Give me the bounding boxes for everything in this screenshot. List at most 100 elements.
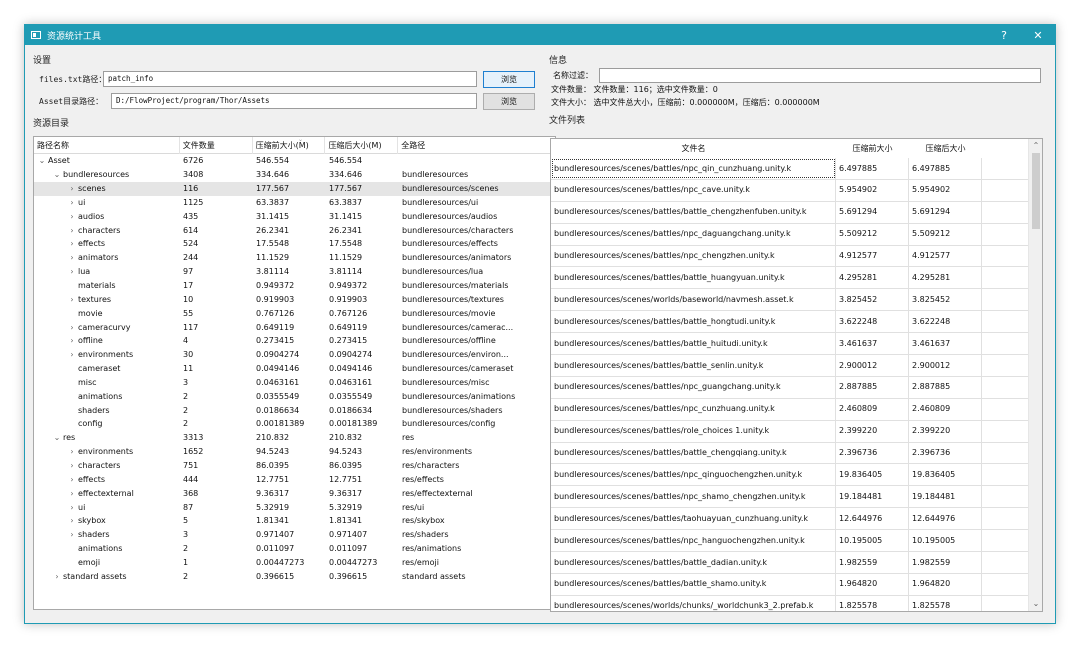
- file-row[interactable]: bundleresources/scenes/worlds/baseworld/…: [551, 288, 1042, 312]
- tree-row[interactable]: › ui 87 5.32919 5.32919 res/ui: [34, 500, 555, 514]
- collapsed-arrow-icon[interactable]: ›: [66, 253, 78, 262]
- tree-header-after[interactable]: 压缩后大小(M): [325, 137, 399, 154]
- collapsed-arrow-icon[interactable]: ›: [66, 212, 78, 221]
- tree-row[interactable]: › characters 751 86.0395 86.0395 res/characte…: [34, 459, 555, 473]
- collapsed-arrow-icon[interactable]: ›: [66, 350, 78, 359]
- collapsed-arrow-icon[interactable]: ›: [66, 530, 78, 539]
- collapsed-arrow-icon[interactable]: ›: [66, 295, 78, 304]
- collapsed-arrow-icon[interactable]: ›: [66, 516, 78, 525]
- tree-row[interactable]: › effectexternal 368 9.36317 9.36317 res/effe…: [34, 486, 555, 500]
- collapsed-arrow-icon[interactable]: ›: [66, 475, 78, 484]
- expanded-arrow-icon[interactable]: ⌄: [51, 170, 63, 179]
- tree-row[interactable]: › ui 1125 63.3837 63.3837 bundleresources/ui: [34, 196, 555, 210]
- tree-row[interactable]: config 2 0.00181389 0.00181389 bundleresourc…: [34, 417, 555, 431]
- file-row[interactable]: bundleresources/scenes/battles/npc_guang…: [551, 376, 1042, 399]
- browse-files-button[interactable]: 浏览: [483, 70, 535, 88]
- asset-path-input[interactable]: D:/FlowProject/program/Thor/Assets: [111, 93, 477, 109]
- resource-tree[interactable]: 路径名称 文件数量 压缩前大小(M) 压缩后大小(M) 全路径 ⌄ ⌄ Asset…: [33, 136, 556, 610]
- tree-row[interactable]: › animators 244 11.1529 11.1529 bundleresourc…: [34, 251, 555, 265]
- tree-row[interactable]: › lua 97 3.81114 3.81114 bundleresources/lua: [34, 265, 555, 279]
- tree-row[interactable]: › standard assets 2 0.396615 0.396615 standar…: [34, 569, 555, 583]
- tree-row[interactable]: ⌄ bundleresources 3408 334.646 334.646 bundle…: [34, 168, 555, 182]
- file-row[interactable]: bundleresources/scenes/battles/battle_ch…: [551, 201, 1042, 224]
- tree-row[interactable]: › offline 4 0.273415 0.273415 bundleresources…: [34, 334, 555, 348]
- tree-row[interactable]: › shaders 3 0.971407 0.971407 res/shaders: [34, 528, 555, 542]
- files-path-input[interactable]: patch_info: [103, 71, 477, 87]
- collapsed-arrow-icon[interactable]: ›: [66, 489, 78, 498]
- file-row[interactable]: bundleresources/scenes/battles/taohuayua…: [551, 507, 1042, 531]
- tree-row[interactable]: › effects 444 12.7751 12.7751 res/effects: [34, 472, 555, 486]
- tree-header-name[interactable]: 路径名称: [34, 137, 180, 154]
- scroll-up-icon[interactable]: ⌃: [1029, 139, 1042, 153]
- collapsed-arrow-icon[interactable]: ›: [66, 198, 78, 207]
- file-row[interactable]: bundleresources/scenes/battles/battle_sh…: [551, 573, 1042, 596]
- collapsed-arrow-icon[interactable]: ›: [66, 184, 78, 193]
- collapsed-arrow-icon[interactable]: ›: [66, 267, 78, 276]
- tree-row[interactable]: shaders 2 0.0186634 0.0186634 bundleresource…: [34, 403, 555, 417]
- tree-row[interactable]: emoji 1 0.00447273 0.00447273 res/emoji: [34, 555, 555, 569]
- file-table-scrollbar[interactable]: ⌃ ⌄: [1028, 139, 1042, 611]
- tree-row[interactable]: › characters 614 26.2341 26.2341 bundleresour…: [34, 223, 555, 237]
- tree-row[interactable]: › effects 524 17.5548 17.5548 bundleresources…: [34, 237, 555, 251]
- tree-row[interactable]: movie 55 0.767126 0.767126 bundleresources/m…: [34, 306, 555, 320]
- file-row[interactable]: bundleresources/scenes/worlds/chunks/_wo…: [551, 595, 1042, 611]
- collapsed-arrow-icon[interactable]: ›: [66, 239, 78, 248]
- tree-row[interactable]: misc 3 0.0463161 0.0463161 bundleresources/m…: [34, 376, 555, 390]
- file-row[interactable]: bundleresources/scenes/battles/battle_hu…: [551, 266, 1042, 290]
- scroll-thumb[interactable]: [1032, 153, 1040, 229]
- tree-row[interactable]: › cameracurvy 117 0.649119 0.649119 bundleres…: [34, 320, 555, 334]
- expanded-arrow-icon[interactable]: ⌄: [36, 156, 48, 165]
- tree-row[interactable]: › skybox 5 1.81341 1.81341 res/skybox: [34, 514, 555, 528]
- collapsed-arrow-icon[interactable]: ›: [66, 503, 78, 512]
- tree-row[interactable]: animations 2 0.0355549 0.0355549 bundleresou…: [34, 389, 555, 403]
- collapsed-arrow-icon[interactable]: ›: [66, 447, 78, 456]
- tree-row[interactable]: › scenes 116 177.567 177.567 bundleresources/…: [34, 181, 555, 196]
- tree-row[interactable]: › environments 30 0.0904274 0.0904274 bundler…: [34, 348, 555, 362]
- tree-header-path[interactable]: 全路径: [398, 137, 555, 154]
- tree-row[interactable]: › textures 10 0.919903 0.919903 bundleresourc…: [34, 292, 555, 306]
- help-button[interactable]: ?: [989, 25, 1019, 45]
- tree-row[interactable]: materials 17 0.949372 0.949372 bundleresourc…: [34, 279, 555, 293]
- close-button[interactable]: ✕: [1023, 25, 1053, 45]
- file-row[interactable]: bundleresources/scenes/battles/npc_cheng…: [551, 245, 1042, 268]
- tree-row-after: 0.011097: [329, 544, 368, 554]
- file-row-name: bundleresources/scenes/battles/npc_hangu…: [551, 529, 836, 552]
- filter-input[interactable]: [599, 67, 1041, 83]
- file-row[interactable]: bundleresources/scenes/battles/battle_ch…: [551, 442, 1042, 465]
- file-row[interactable]: bundleresources/scenes/battles/battle_hu…: [551, 332, 1042, 356]
- file-row[interactable]: bundleresources/scenes/battles/role_choi…: [551, 420, 1042, 443]
- tree-header-count[interactable]: 文件数量: [180, 137, 253, 154]
- file-header-name[interactable]: 文件名: [551, 143, 836, 154]
- file-row[interactable]: bundleresources/scenes/battles/battle_ho…: [551, 310, 1042, 334]
- collapsed-arrow-icon[interactable]: ›: [66, 226, 78, 235]
- collapsed-arrow-icon[interactable]: ›: [51, 572, 63, 581]
- tree-row[interactable]: › audios 435 31.1415 31.1415 bundleresources/…: [34, 209, 555, 223]
- scroll-down-icon[interactable]: ⌄: [1029, 597, 1042, 611]
- file-row[interactable]: bundleresources/scenes/battles/npc_qingu…: [551, 463, 1042, 487]
- tree-row[interactable]: animations 2 0.011097 0.011097 res/animation…: [34, 542, 555, 556]
- collapsed-arrow-icon[interactable]: ›: [66, 336, 78, 345]
- tree-row[interactable]: cameraset 11 0.0494146 0.0494146 bundleresou…: [34, 362, 555, 376]
- file-header-after[interactable]: 压缩后大小: [909, 143, 982, 154]
- file-row-after: 4.295281: [909, 266, 982, 289]
- file-row[interactable]: bundleresources/scenes/battles/npc_cave.…: [551, 179, 1042, 202]
- collapsed-arrow-icon[interactable]: ›: [66, 323, 78, 332]
- tree-row[interactable]: › environments 1652 94.5243 94.5243 res/envir…: [34, 445, 555, 459]
- file-table[interactable]: 文件名 压缩前大小 压缩后大小 bundleresources/scenes/b…: [550, 138, 1043, 612]
- file-row[interactable]: bundleresources/scenes/battles/npc_hangu…: [551, 529, 1042, 553]
- file-row[interactable]: bundleresources/scenes/battles/npc_dagua…: [551, 223, 1042, 246]
- tree-row-count: 5: [183, 516, 189, 526]
- file-row[interactable]: bundleresources/scenes/battles/npc_shamo…: [551, 485, 1042, 509]
- tree-header-before[interactable]: 压缩前大小(M): [253, 137, 326, 154]
- collapsed-arrow-icon[interactable]: ›: [66, 461, 78, 470]
- browse-asset-button[interactable]: 浏览: [483, 92, 535, 110]
- file-row[interactable]: bundleresources/scenes/battles/battle_da…: [551, 551, 1042, 574]
- tree-row-path: res/characters: [402, 460, 460, 470]
- file-row[interactable]: bundleresources/scenes/battles/npc_cunzh…: [551, 398, 1042, 421]
- expanded-arrow-icon[interactable]: ⌄: [51, 433, 63, 442]
- file-row[interactable]: bundleresources/scenes/battles/battle_se…: [551, 354, 1042, 377]
- tree-row[interactable]: ⌄ res 3313 210.832 210.832 res: [34, 431, 555, 445]
- tree-row[interactable]: ⌄ Asset 6726 546.554 546.554: [34, 154, 555, 168]
- file-header-before[interactable]: 压缩前大小: [836, 143, 909, 154]
- file-row[interactable]: bundleresources/scenes/battles/npc_qin_c…: [551, 157, 1042, 180]
